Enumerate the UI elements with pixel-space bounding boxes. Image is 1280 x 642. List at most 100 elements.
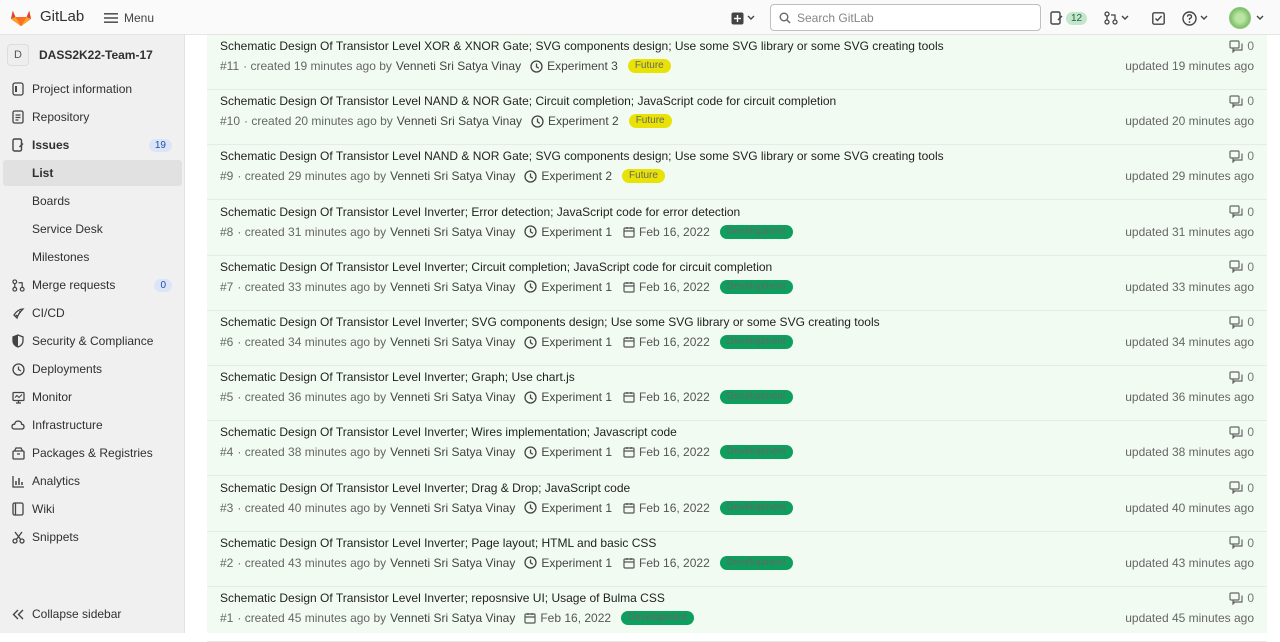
issue-milestone[interactable]: Experiment 3: [530, 59, 618, 73]
issue-author[interactable]: Venneti Sri Satya Vinay: [390, 280, 515, 294]
issue-label[interactable]: Development: [719, 279, 793, 294]
issue-row[interactable]: Schematic Design Of Transistor Level Inv…: [207, 587, 1267, 642]
issue-label[interactable]: Development: [719, 335, 793, 349]
issue-row[interactable]: Schematic Design Of Transistor Level Inv…: [207, 311, 1267, 366]
issue-row[interactable]: Schematic Design Of Transistor Level XOR…: [207, 35, 1267, 90]
sidebar-item-issues[interactable]: Issues 19: [3, 132, 182, 158]
issue-milestone[interactable]: Experiment 1: [524, 501, 612, 515]
issue-created: · created 29 minutes ago by: [237, 169, 387, 184]
sidebar-item-analytics[interactable]: Analytics: [3, 468, 182, 494]
issue-comments[interactable]: 0: [1229, 370, 1254, 384]
issue-author[interactable]: Venneti Sri Satya Vinay: [390, 501, 515, 515]
issue-milestone[interactable]: Experiment 1: [524, 225, 612, 239]
issue-label[interactable]: Future: [628, 114, 672, 129]
issue-comments[interactable]: 0: [1229, 260, 1254, 274]
issue-row[interactable]: Schematic Design Of Transistor Level Inv…: [207, 366, 1267, 422]
issue-milestone[interactable]: Experiment 1: [524, 445, 612, 459]
issue-title[interactable]: Schematic Design Of Transistor Level Inv…: [220, 205, 740, 219]
issue-author[interactable]: Venneti Sri Satya Vinay: [390, 445, 515, 459]
search-input[interactable]: Search GitLab: [770, 4, 1041, 31]
sidebar-item-security-compliance[interactable]: Security & Compliance: [3, 328, 182, 354]
issue-row[interactable]: Schematic Design Of Transistor Level NAN…: [207, 90, 1267, 146]
issue-comments[interactable]: 0: [1229, 536, 1254, 550]
sidebar-item-boards[interactable]: Boards: [3, 188, 182, 214]
chevron-down-icon[interactable]: [1256, 15, 1264, 21]
sidebar-item-deployments[interactable]: Deployments: [3, 356, 182, 382]
sidebar-item-monitor[interactable]: Monitor: [3, 384, 182, 410]
issue-comments[interactable]: 0: [1229, 94, 1254, 108]
issue-comments[interactable]: 0: [1229, 149, 1254, 163]
issue-author[interactable]: Venneti Sri Satya Vinay: [390, 556, 515, 570]
issue-comments[interactable]: 0: [1229, 39, 1254, 53]
issue-comments[interactable]: 0: [1229, 591, 1254, 605]
menu-button[interactable]: Menu: [104, 8, 154, 28]
issue-title[interactable]: Schematic Design Of Transistor Level Inv…: [220, 370, 575, 384]
issue-author[interactable]: Venneti Sri Satya Vinay: [396, 59, 521, 73]
issue-label[interactable]: Development: [719, 500, 793, 515]
issues-shortcut[interactable]: 12: [1050, 8, 1088, 28]
issue-label[interactable]: Development: [719, 555, 793, 570]
help-dropdown-button[interactable]: [1182, 8, 1208, 28]
sidebar-item-repository[interactable]: Repository: [3, 104, 182, 130]
sidebar-item-list[interactable]: List: [3, 160, 182, 186]
issue-milestone[interactable]: Experiment 2: [524, 169, 612, 183]
issue-label[interactable]: Development: [719, 224, 793, 239]
issue-title[interactable]: Schematic Design Of Transistor Level Inv…: [220, 481, 630, 495]
issue-milestone[interactable]: Experiment 1: [524, 390, 612, 404]
issue-row[interactable]: Schematic Design Of Transistor Level Inv…: [207, 421, 1267, 477]
issue-title[interactable]: Schematic Design Of Transistor Level Inv…: [220, 260, 772, 274]
issue-row[interactable]: Schematic Design Of Transistor Level Inv…: [207, 201, 1267, 256]
issues-icon: [1050, 11, 1063, 25]
issue-author[interactable]: Venneti Sri Satya Vinay: [390, 335, 515, 349]
merge-requests-shortcut[interactable]: [1104, 8, 1129, 28]
issue-title[interactable]: Schematic Design Of Transistor Level Inv…: [220, 536, 656, 550]
issue-label[interactable]: Development: [621, 611, 694, 625]
issue-title[interactable]: Schematic Design Of Transistor Level Inv…: [220, 591, 665, 605]
sidebar-item-merge-requests[interactable]: Merge requests 0: [3, 272, 182, 298]
issue-comments[interactable]: 0: [1229, 425, 1254, 439]
issue-milestone[interactable]: Experiment 1: [524, 556, 612, 570]
issue-author[interactable]: Venneti Sri Satya Vinay: [390, 611, 515, 625]
issue-milestone[interactable]: Experiment 1: [524, 280, 612, 294]
sidebar-item-snippets[interactable]: Snippets: [3, 524, 182, 550]
calendar-icon: [623, 281, 635, 293]
issue-author[interactable]: Venneti Sri Satya Vinay: [390, 169, 515, 183]
issue-due-date: Feb 16, 2022: [623, 335, 710, 349]
issue-author[interactable]: Venneti Sri Satya Vinay: [397, 114, 522, 128]
issue-title[interactable]: Schematic Design Of Transistor Level NAN…: [220, 94, 836, 108]
issue-row[interactable]: Schematic Design Of Transistor Level Inv…: [207, 477, 1267, 532]
issue-label[interactable]: Future: [627, 59, 671, 73]
issue-label[interactable]: Future: [622, 169, 665, 184]
sidebar-item-packages-registries[interactable]: Packages & Registries: [3, 440, 182, 466]
project-header[interactable]: D DASS2K22-Team-17: [7, 43, 153, 67]
issue-comments[interactable]: 0: [1229, 315, 1254, 329]
issue-author[interactable]: Venneti Sri Satya Vinay: [390, 225, 515, 239]
issue-title[interactable]: Schematic Design Of Transistor Level NAN…: [220, 149, 944, 163]
issue-milestone[interactable]: Experiment 1: [524, 335, 612, 349]
issue-comments[interactable]: 0: [1229, 205, 1254, 219]
issue-label[interactable]: Development: [719, 445, 793, 460]
info-icon: [11, 82, 25, 96]
gitlab-logo-icon[interactable]: [10, 6, 32, 28]
issue-milestone[interactable]: Experiment 2: [531, 114, 619, 128]
sidebar-item-infrastructure[interactable]: Infrastructure: [3, 412, 182, 438]
collapse-sidebar-button[interactable]: Collapse sidebar: [12, 607, 121, 621]
todos-shortcut[interactable]: [1152, 8, 1165, 28]
issue-title[interactable]: Schematic Design Of Transistor Level XOR…: [220, 39, 944, 53]
issue-title[interactable]: Schematic Design Of Transistor Level Inv…: [220, 315, 880, 329]
user-avatar[interactable]: [1229, 7, 1251, 29]
sidebar-item-project-information[interactable]: Project information: [3, 76, 182, 102]
issue-row[interactable]: Schematic Design Of Transistor Level NAN…: [207, 145, 1267, 201]
new-dropdown-button[interactable]: [731, 8, 755, 28]
sidebar-item-service-desk[interactable]: Service Desk: [3, 216, 182, 242]
issue-author[interactable]: Venneti Sri Satya Vinay: [390, 390, 515, 404]
sidebar-item-wiki[interactable]: Wiki: [3, 496, 182, 522]
issue-row[interactable]: Schematic Design Of Transistor Level Inv…: [207, 532, 1267, 587]
sidebar-item-milestones[interactable]: Milestones: [3, 244, 182, 270]
issue-title[interactable]: Schematic Design Of Transistor Level Inv…: [220, 425, 677, 439]
issue-row[interactable]: Schematic Design Of Transistor Level Inv…: [207, 256, 1267, 311]
issue-label[interactable]: Development: [719, 390, 793, 405]
issue-comments[interactable]: 0: [1229, 481, 1254, 495]
sidebar-item-ci-cd[interactable]: CI/CD: [3, 300, 182, 326]
brand-name[interactable]: GitLab: [40, 8, 84, 25]
